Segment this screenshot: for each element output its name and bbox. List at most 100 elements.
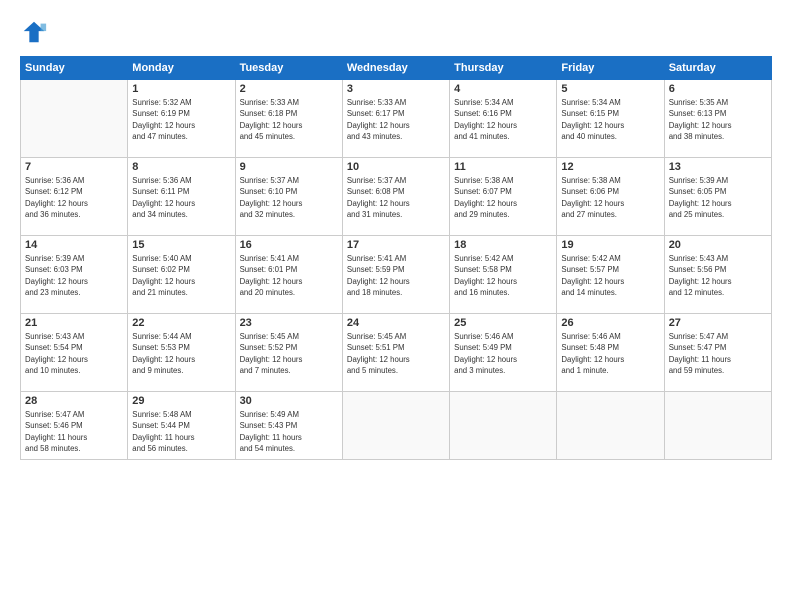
day-number: 5	[561, 83, 659, 95]
calendar-cell: 27 Sunrise: 5:47 AMSunset: 5:47 PMDayligh…	[664, 314, 771, 392]
calendar-cell: 26 Sunrise: 5:46 AMSunset: 5:48 PMDayligh…	[557, 314, 664, 392]
day-number: 7	[25, 161, 123, 173]
day-info: Sunrise: 5:44 AMSunset: 5:53 PMDaylight:…	[132, 331, 230, 376]
header	[20, 18, 772, 46]
calendar-cell: 4Sunrise: 5:34 AMSunset: 6:16 PMDaylight…	[450, 80, 557, 158]
calendar-cell: 18 Sunrise: 5:42 AMSunset: 5:58 PMDayligh…	[450, 236, 557, 314]
day-number: 1	[132, 83, 230, 95]
day-number: 22	[132, 317, 230, 329]
day-number: 11	[454, 161, 552, 173]
day-number: 29	[132, 395, 230, 407]
page: SundayMondayTuesdayWednesdayThursdayFrid…	[0, 0, 792, 612]
calendar-table: SundayMondayTuesdayWednesdayThursdayFrid…	[20, 56, 772, 460]
day-info: Sunrise: 5:43 AMSunset: 5:54 PMDaylight:…	[25, 331, 123, 376]
calendar-cell: 22 Sunrise: 5:44 AMSunset: 5:53 PMDayligh…	[128, 314, 235, 392]
calendar-cell: 12Sunrise: 5:38 AMSunset: 6:06 PMDayligh…	[557, 158, 664, 236]
day-info: Sunrise: 5:37 AMSunset: 6:08 PMDaylight:…	[347, 175, 445, 220]
day-number: 17	[347, 239, 445, 251]
week-row-5: 28 Sunrise: 5:47 AMSunset: 5:46 PMDayligh…	[21, 392, 772, 460]
day-number: 14	[25, 239, 123, 251]
day-number: 19	[561, 239, 659, 251]
day-info: Sunrise: 5:48 AMSunset: 5:44 PMDaylight:…	[132, 409, 230, 454]
day-info: Sunrise: 5:45 AMSunset: 5:51 PMDaylight:…	[347, 331, 445, 376]
day-number: 13	[669, 161, 767, 173]
calendar-cell: 19 Sunrise: 5:42 AMSunset: 5:57 PMDayligh…	[557, 236, 664, 314]
day-info: Sunrise: 5:42 AMSunset: 5:58 PMDaylight:…	[454, 253, 552, 298]
calendar-cell: 11Sunrise: 5:38 AMSunset: 6:07 PMDayligh…	[450, 158, 557, 236]
day-info: Sunrise: 5:38 AMSunset: 6:06 PMDaylight:…	[561, 175, 659, 220]
calendar-cell	[557, 392, 664, 460]
day-info: Sunrise: 5:46 AMSunset: 5:49 PMDaylight:…	[454, 331, 552, 376]
weekday-sunday: Sunday	[21, 57, 128, 80]
day-number: 6	[669, 83, 767, 95]
day-info: Sunrise: 5:49 AMSunset: 5:43 PMDaylight:…	[240, 409, 338, 454]
day-info: Sunrise: 5:47 AMSunset: 5:47 PMDaylight:…	[669, 331, 767, 376]
day-info: Sunrise: 5:43 AMSunset: 5:56 PMDaylight:…	[669, 253, 767, 298]
week-row-4: 21 Sunrise: 5:43 AMSunset: 5:54 PMDayligh…	[21, 314, 772, 392]
day-info: Sunrise: 5:37 AMSunset: 6:10 PMDaylight:…	[240, 175, 338, 220]
day-number: 18	[454, 239, 552, 251]
day-number: 16	[240, 239, 338, 251]
week-row-1: 1 Sunrise: 5:32 AMSunset: 6:19 PMDaylight…	[21, 80, 772, 158]
day-info: Sunrise: 5:33 AMSunset: 6:17 PMDaylight:…	[347, 97, 445, 142]
calendar-cell	[664, 392, 771, 460]
weekday-monday: Monday	[128, 57, 235, 80]
day-number: 24	[347, 317, 445, 329]
day-info: Sunrise: 5:45 AMSunset: 5:52 PMDaylight:…	[240, 331, 338, 376]
weekday-thursday: Thursday	[450, 57, 557, 80]
day-number: 15	[132, 239, 230, 251]
calendar-cell: 8 Sunrise: 5:36 AMSunset: 6:11 PMDaylight…	[128, 158, 235, 236]
calendar-cell: 7 Sunrise: 5:36 AMSunset: 6:12 PMDaylight…	[21, 158, 128, 236]
day-info: Sunrise: 5:47 AMSunset: 5:46 PMDaylight:…	[25, 409, 123, 454]
calendar-cell: 1 Sunrise: 5:32 AMSunset: 6:19 PMDaylight…	[128, 80, 235, 158]
day-number: 20	[669, 239, 767, 251]
calendar-cell: 3 Sunrise: 5:33 AMSunset: 6:17 PMDaylight…	[342, 80, 449, 158]
day-number: 10	[347, 161, 445, 173]
day-number: 23	[240, 317, 338, 329]
calendar-cell	[21, 80, 128, 158]
calendar-cell	[450, 392, 557, 460]
day-number: 21	[25, 317, 123, 329]
calendar-cell: 14 Sunrise: 5:39 AMSunset: 6:03 PMDayligh…	[21, 236, 128, 314]
day-number: 28	[25, 395, 123, 407]
day-info: Sunrise: 5:46 AMSunset: 5:48 PMDaylight:…	[561, 331, 659, 376]
calendar-cell: 6 Sunrise: 5:35 AMSunset: 6:13 PMDaylight…	[664, 80, 771, 158]
calendar-cell: 23 Sunrise: 5:45 AMSunset: 5:52 PMDayligh…	[235, 314, 342, 392]
weekday-saturday: Saturday	[664, 57, 771, 80]
calendar-cell: 29 Sunrise: 5:48 AMSunset: 5:44 PMDayligh…	[128, 392, 235, 460]
day-info: Sunrise: 5:39 AMSunset: 6:03 PMDaylight:…	[25, 253, 123, 298]
week-row-3: 14 Sunrise: 5:39 AMSunset: 6:03 PMDayligh…	[21, 236, 772, 314]
calendar-cell: 15 Sunrise: 5:40 AMSunset: 6:02 PMDayligh…	[128, 236, 235, 314]
calendar-cell: 24 Sunrise: 5:45 AMSunset: 5:51 PMDayligh…	[342, 314, 449, 392]
calendar-cell: 13 Sunrise: 5:39 AMSunset: 6:05 PMDayligh…	[664, 158, 771, 236]
day-number: 9	[240, 161, 338, 173]
calendar-cell: 16Sunrise: 5:41 AMSunset: 6:01 PMDayligh…	[235, 236, 342, 314]
day-number: 3	[347, 83, 445, 95]
day-info: Sunrise: 5:35 AMSunset: 6:13 PMDaylight:…	[669, 97, 767, 142]
calendar-cell: 2Sunrise: 5:33 AMSunset: 6:18 PMDaylight…	[235, 80, 342, 158]
weekday-friday: Friday	[557, 57, 664, 80]
day-number: 8	[132, 161, 230, 173]
day-number: 27	[669, 317, 767, 329]
day-number: 30	[240, 395, 338, 407]
day-info: Sunrise: 5:34 AMSunset: 6:15 PMDaylight:…	[561, 97, 659, 142]
calendar-cell: 21 Sunrise: 5:43 AMSunset: 5:54 PMDayligh…	[21, 314, 128, 392]
calendar-cell: 5 Sunrise: 5:34 AMSunset: 6:15 PMDaylight…	[557, 80, 664, 158]
day-number: 26	[561, 317, 659, 329]
day-info: Sunrise: 5:36 AMSunset: 6:11 PMDaylight:…	[132, 175, 230, 220]
day-info: Sunrise: 5:33 AMSunset: 6:18 PMDaylight:…	[240, 97, 338, 142]
day-info: Sunrise: 5:42 AMSunset: 5:57 PMDaylight:…	[561, 253, 659, 298]
calendar-cell: 10 Sunrise: 5:37 AMSunset: 6:08 PMDayligh…	[342, 158, 449, 236]
day-info: Sunrise: 5:34 AMSunset: 6:16 PMDaylight:…	[454, 97, 552, 142]
day-number: 25	[454, 317, 552, 329]
logo	[20, 18, 52, 46]
calendar-cell: 20 Sunrise: 5:43 AMSunset: 5:56 PMDayligh…	[664, 236, 771, 314]
day-info: Sunrise: 5:39 AMSunset: 6:05 PMDaylight:…	[669, 175, 767, 220]
day-info: Sunrise: 5:40 AMSunset: 6:02 PMDaylight:…	[132, 253, 230, 298]
weekday-wednesday: Wednesday	[342, 57, 449, 80]
day-info: Sunrise: 5:32 AMSunset: 6:19 PMDaylight:…	[132, 97, 230, 142]
day-info: Sunrise: 5:41 AMSunset: 5:59 PMDaylight:…	[347, 253, 445, 298]
day-info: Sunrise: 5:36 AMSunset: 6:12 PMDaylight:…	[25, 175, 123, 220]
week-row-2: 7 Sunrise: 5:36 AMSunset: 6:12 PMDaylight…	[21, 158, 772, 236]
calendar-cell: 17 Sunrise: 5:41 AMSunset: 5:59 PMDayligh…	[342, 236, 449, 314]
